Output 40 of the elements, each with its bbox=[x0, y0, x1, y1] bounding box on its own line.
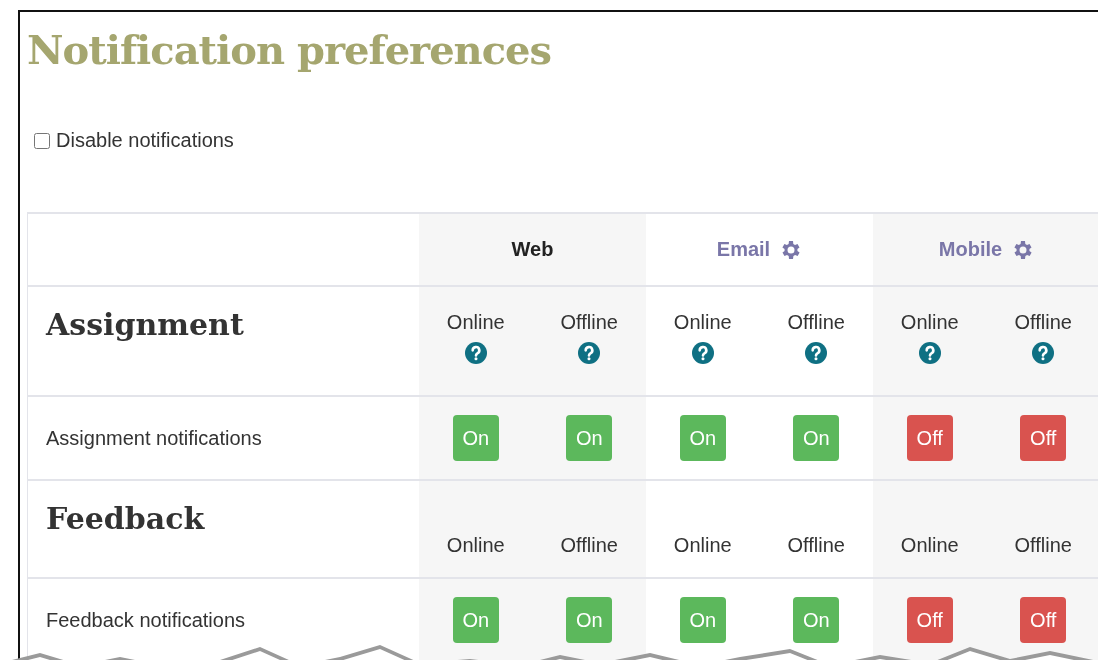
section-heading: Feedback bbox=[46, 501, 205, 536]
toggle-button[interactable]: Off bbox=[1020, 597, 1067, 643]
preference-label: Assignment notifications bbox=[46, 426, 262, 450]
state-label: Offline bbox=[560, 311, 618, 334]
toggle-button[interactable]: On bbox=[679, 597, 726, 643]
toggle-button[interactable]: On bbox=[793, 415, 840, 461]
checkbox-label: Disable notifications bbox=[56, 129, 234, 152]
state-label: Online bbox=[446, 534, 505, 557]
help-icon[interactable] bbox=[578, 342, 601, 364]
state-label: Online bbox=[900, 534, 959, 557]
state-label: Online bbox=[673, 534, 732, 557]
toggle-button[interactable]: Off bbox=[1020, 415, 1067, 461]
state-label: Offline bbox=[1014, 534, 1072, 557]
state-label: Offline bbox=[1014, 311, 1072, 334]
state-label: Offline bbox=[787, 311, 845, 334]
disable-checkbox[interactable] bbox=[34, 132, 50, 149]
toggle-button[interactable]: On bbox=[566, 597, 613, 643]
toggle-button[interactable]: On bbox=[566, 415, 613, 461]
column-link[interactable]: Mobile bbox=[938, 238, 1003, 261]
column-header: Web bbox=[511, 238, 554, 261]
state-label: Online bbox=[900, 311, 959, 334]
section-heading: Assignment bbox=[46, 307, 244, 342]
help-icon[interactable] bbox=[1032, 342, 1055, 364]
help-icon[interactable] bbox=[918, 342, 941, 364]
state-label: Offline bbox=[787, 534, 845, 557]
state-label: Online bbox=[673, 311, 732, 334]
toggle-button[interactable]: On bbox=[679, 415, 726, 461]
state-label: Offline bbox=[560, 534, 618, 557]
state-label: Online bbox=[446, 311, 505, 334]
toggle-button[interactable]: On bbox=[793, 597, 840, 643]
help-icon[interactable] bbox=[464, 342, 487, 364]
help-icon[interactable] bbox=[691, 342, 714, 364]
toggle-button[interactable]: On bbox=[452, 415, 499, 461]
toggle-button[interactable]: On bbox=[452, 597, 499, 643]
help-icon[interactable] bbox=[805, 342, 828, 364]
column-link[interactable]: Email bbox=[716, 238, 771, 261]
toggle-button[interactable]: Off bbox=[906, 415, 953, 461]
page-title: Notification preferences bbox=[26, 25, 553, 73]
preference-label: Feedback notifications bbox=[46, 608, 245, 632]
toggle-button[interactable]: Off bbox=[906, 597, 953, 643]
